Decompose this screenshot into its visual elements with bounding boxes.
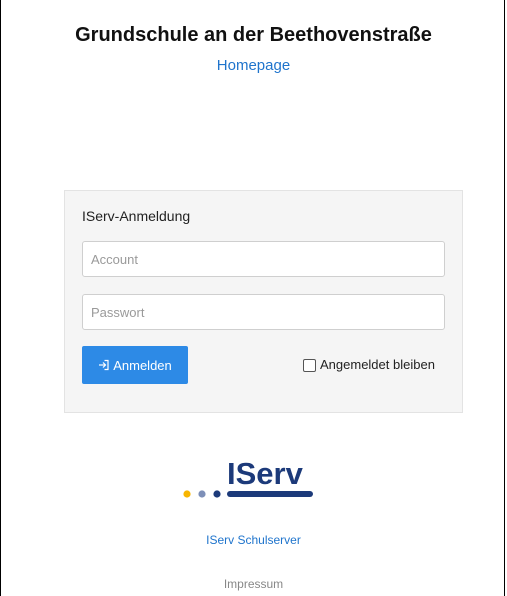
iserv-logo: IServ [180, 455, 330, 505]
iserv-schulserver-link[interactable]: IServ Schulserver [0, 532, 507, 548]
homepage-link[interactable]: Homepage [0, 56, 507, 76]
login-panel: IServ-Anmeldung Anmelden Angemeldet blei… [64, 190, 463, 413]
svg-text:IServ: IServ [227, 456, 304, 491]
remember-me-checkbox[interactable] [303, 358, 316, 372]
login-heading: IServ-Anmeldung [82, 208, 191, 224]
login-button[interactable]: Anmelden [82, 346, 188, 384]
remember-me[interactable]: Angemeldet bleiben [303, 357, 435, 373]
login-button-label: Anmelden [113, 357, 172, 373]
sign-in-icon [98, 359, 110, 371]
page-title: Grundschule an der Beethovenstraße [75, 24, 432, 46]
account-input[interactable] [82, 241, 445, 277]
remember-me-label: Angemeldet bleiben [320, 357, 435, 372]
password-input[interactable] [82, 294, 445, 330]
impressum-link[interactable]: Impressum [0, 576, 507, 592]
